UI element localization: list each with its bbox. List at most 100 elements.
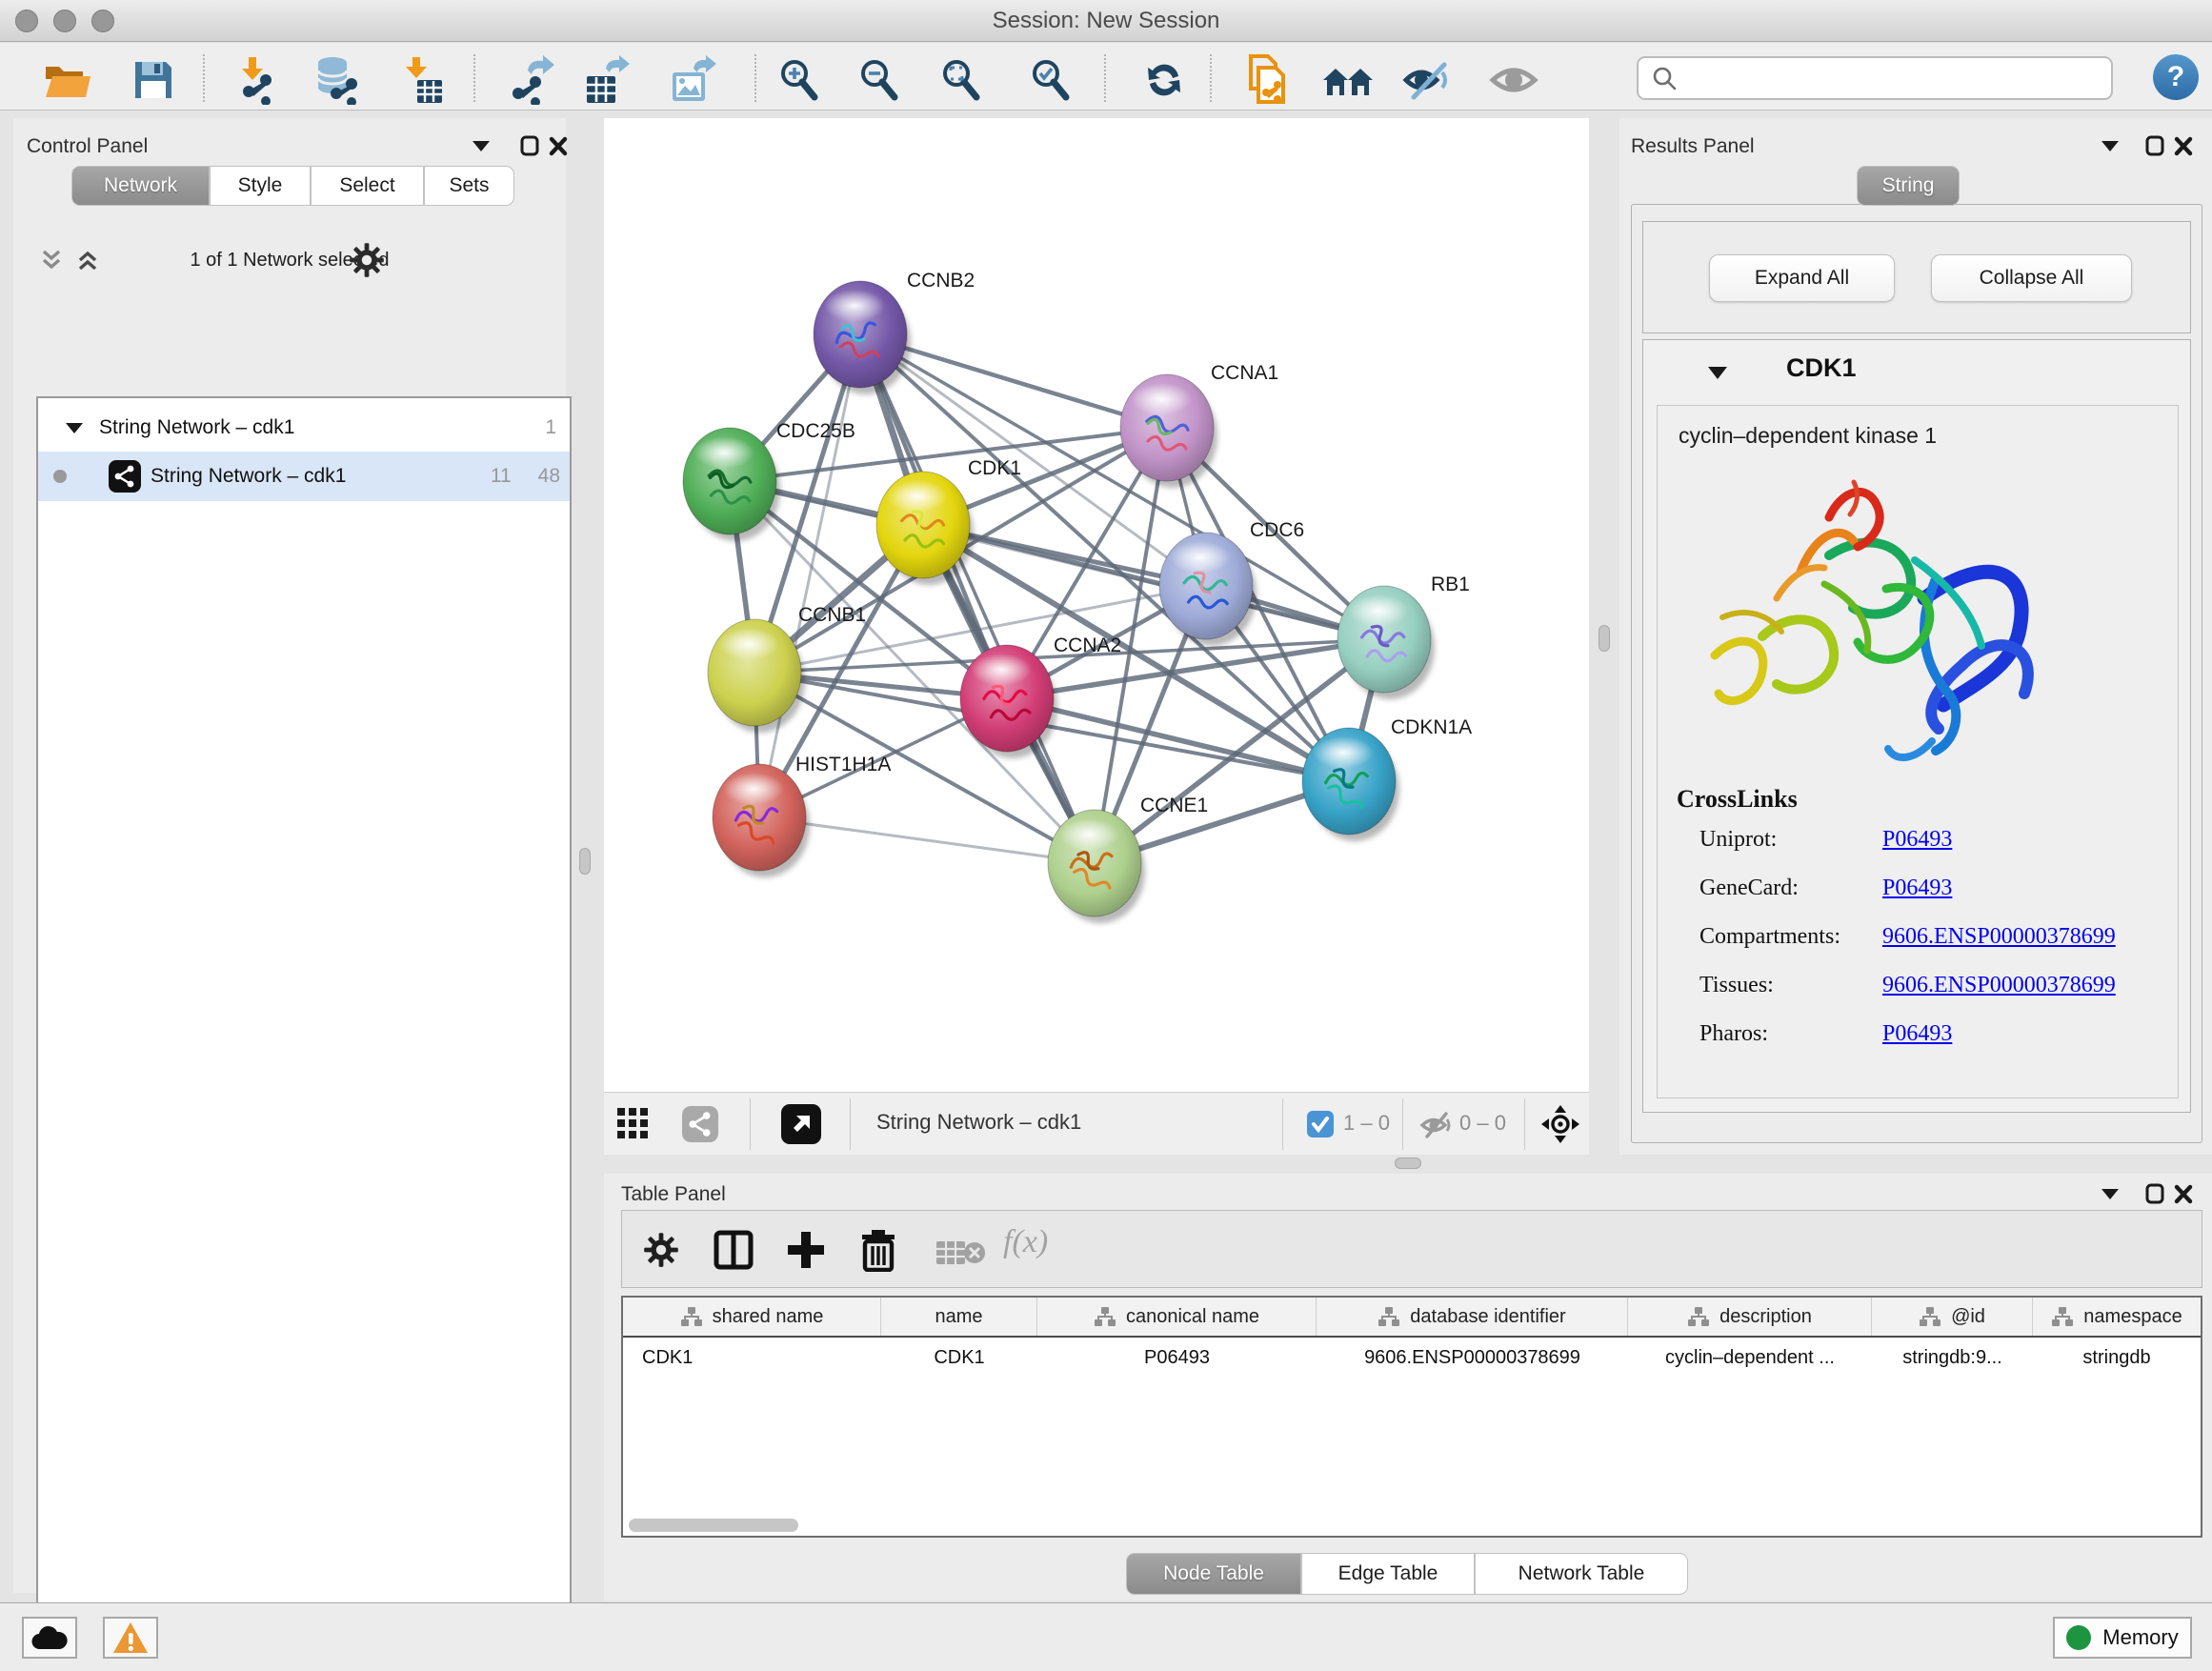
cell-id[interactable]: stringdb:9... (1872, 1339, 2033, 1376)
zoom-in-button[interactable] (772, 52, 827, 108)
tab-network[interactable]: Network (71, 166, 210, 206)
results-panel-close-icon[interactable] (2174, 135, 2193, 156)
cell-canonical-name[interactable]: P06493 (1037, 1339, 1317, 1376)
left-split-handle[interactable] (579, 848, 591, 875)
detach-view-icon[interactable] (781, 1104, 821, 1144)
zoom-selected-button[interactable] (1023, 52, 1078, 108)
cell-shared-name[interactable]: CDK1 (623, 1339, 881, 1376)
table-panel-float-icon[interactable] (2145, 1183, 2164, 1204)
collection-count: 1 (545, 416, 556, 439)
hidden-eye-icon[interactable] (1419, 1112, 1452, 1138)
cell-namespace[interactable]: stringdb (2033, 1339, 2201, 1376)
network-node-RB1[interactable]: RB1 (1337, 574, 1470, 699)
delete-column-trash-icon[interactable] (858, 1228, 898, 1272)
crosslink-compartments-link[interactable]: 9606.ENSP00000378699 (1882, 924, 2116, 950)
crosslink-tissues-link[interactable]: 9606.ENSP00000378699 (1882, 973, 2116, 998)
memory-button[interactable]: Memory (2053, 1617, 2192, 1659)
network-node-CCNB2[interactable]: CCNB2 (814, 270, 975, 394)
tab-node-table[interactable]: Node Table (1126, 1553, 1301, 1595)
tree-column-icon (680, 1306, 703, 1327)
import-network-database-button[interactable] (309, 52, 364, 108)
search-input[interactable] (1686, 59, 2111, 97)
table-panel-collapse-icon[interactable] (2100, 1187, 2121, 1200)
network-options-gear-icon[interactable] (349, 242, 385, 278)
network-graph[interactable]: CCNB2CCNA1CDC25BCDK1CDC6RB1CCNB1CCNA2CDK… (604, 118, 1589, 1092)
column-header-canonical-name[interactable]: canonical name (1037, 1298, 1317, 1336)
network-canvas[interactable]: CCNB2CCNA1CDC25BCDK1CDC6RB1CCNB1CCNA2CDK… (604, 118, 1589, 1092)
crosslink-uniprot-link[interactable]: P06493 (1882, 827, 1952, 853)
gene-collapse-icon[interactable] (1706, 365, 1729, 380)
birds-eye-navigator-icon[interactable] (1539, 1103, 1581, 1145)
column-header-namespace[interactable]: namespace (2033, 1298, 2201, 1336)
network-node-CDK1[interactable]: CDK1 (876, 457, 1021, 585)
results-panel-collapse-icon[interactable] (2100, 139, 2121, 152)
column-header-id[interactable]: @id (1872, 1298, 2033, 1336)
save-session-button[interactable] (126, 52, 181, 108)
network-row[interactable]: String Network – cdk1 11 48 (38, 452, 570, 501)
tab-select[interactable]: Select (311, 166, 424, 206)
tab-string[interactable]: String (1857, 166, 1960, 206)
export-image-button[interactable] (665, 52, 720, 108)
grid-view-icon[interactable] (617, 1108, 650, 1140)
expand-all-button[interactable]: Expand All (1709, 254, 1895, 302)
cloud-status-button[interactable] (22, 1617, 77, 1659)
help-button[interactable]: ? (2153, 54, 2199, 100)
control-panel-float-icon[interactable] (520, 135, 539, 156)
control-panel-collapse-icon[interactable] (471, 139, 492, 152)
import-table-file-button[interactable] (392, 52, 448, 108)
column-header-shared-name[interactable]: shared name (623, 1298, 881, 1336)
share-view-icon[interactable] (682, 1106, 718, 1142)
results-panel-float-icon[interactable] (2145, 135, 2164, 156)
column-header-description[interactable]: description (1628, 1298, 1872, 1336)
refresh-view-button[interactable] (1137, 52, 1193, 108)
export-network-button[interactable] (503, 52, 558, 108)
bottom-split-handle[interactable] (1395, 1158, 1421, 1169)
column-label: canonical name (1126, 1306, 1259, 1328)
show-columns-icon[interactable] (714, 1230, 754, 1270)
cell-description[interactable]: cyclin–dependent ... (1628, 1339, 1872, 1376)
network-node-HIST1H1A[interactable]: HIST1H1A (713, 754, 891, 877)
collapse-all-button[interactable]: Collapse All (1931, 254, 2132, 302)
control-panel-close-icon[interactable] (549, 135, 568, 156)
function-builder-icon[interactable]: f(x) (1003, 1224, 1048, 1260)
table-settings-gear-icon[interactable] (643, 1232, 679, 1268)
network-node-CDKN1A[interactable]: CDKN1A (1302, 716, 1472, 841)
tab-edge-table[interactable]: Edge Table (1301, 1553, 1475, 1595)
open-session-button[interactable] (40, 52, 95, 108)
column-header-name[interactable]: name (881, 1298, 1037, 1336)
export-table-button[interactable] (579, 52, 634, 108)
database-import-icon (312, 55, 361, 105)
crosslink-pharos-link[interactable]: P06493 (1882, 1021, 1952, 1047)
table-horizontal-scrollbar[interactable] (629, 1519, 798, 1532)
collection-collapse-icon[interactable] (65, 421, 84, 434)
crosslink-genecard-link[interactable]: P06493 (1882, 876, 1952, 901)
network-edge-CCNB2-CCNE1[interactable] (860, 334, 1095, 863)
column-header-database-identifier[interactable]: database identifier (1317, 1298, 1628, 1336)
network-collection-row[interactable]: String Network – cdk1 1 (38, 406, 570, 450)
network-node-CCNA1[interactable]: CCNA1 (1120, 362, 1278, 488)
zoom-out-button[interactable] (852, 52, 907, 108)
warnings-button[interactable] (103, 1617, 158, 1659)
selected-checkbox-icon[interactable] (1307, 1111, 1334, 1137)
add-column-icon[interactable] (786, 1230, 826, 1270)
right-split-handle[interactable] (1599, 625, 1610, 652)
tab-network-table[interactable]: Network Table (1475, 1553, 1688, 1595)
cell-name[interactable]: CDK1 (881, 1339, 1037, 1376)
tab-style[interactable]: Style (210, 166, 311, 206)
gene-section: CDK1 cyclin–dependent kinase 1 (1642, 339, 2191, 1113)
delete-table-icon[interactable] (936, 1238, 986, 1268)
hide-selected-button[interactable] (1399, 52, 1455, 108)
duplicate-network-button[interactable] (1238, 52, 1294, 108)
table-row[interactable]: CDK1 CDK1 P06493 9606.ENSP00000378699 cy… (623, 1339, 2201, 1376)
tab-sets[interactable]: Sets (424, 166, 514, 206)
eye-icon (1489, 61, 1538, 99)
network-node-CDC6[interactable]: CDC6 (1159, 519, 1304, 646)
network-node-CCNA2[interactable]: CCNA2 (960, 634, 1121, 758)
zoom-fit-button[interactable] (934, 52, 989, 108)
import-network-file-button[interactable] (229, 52, 284, 108)
table-panel-close-icon[interactable] (2174, 1183, 2193, 1204)
cell-database-identifier[interactable]: 9606.ENSP00000378699 (1317, 1339, 1628, 1376)
home-network-button[interactable] (1320, 52, 1376, 108)
show-all-button[interactable] (1486, 52, 1541, 108)
network-edge-CCNB2-HIST1H1A[interactable] (759, 334, 860, 817)
